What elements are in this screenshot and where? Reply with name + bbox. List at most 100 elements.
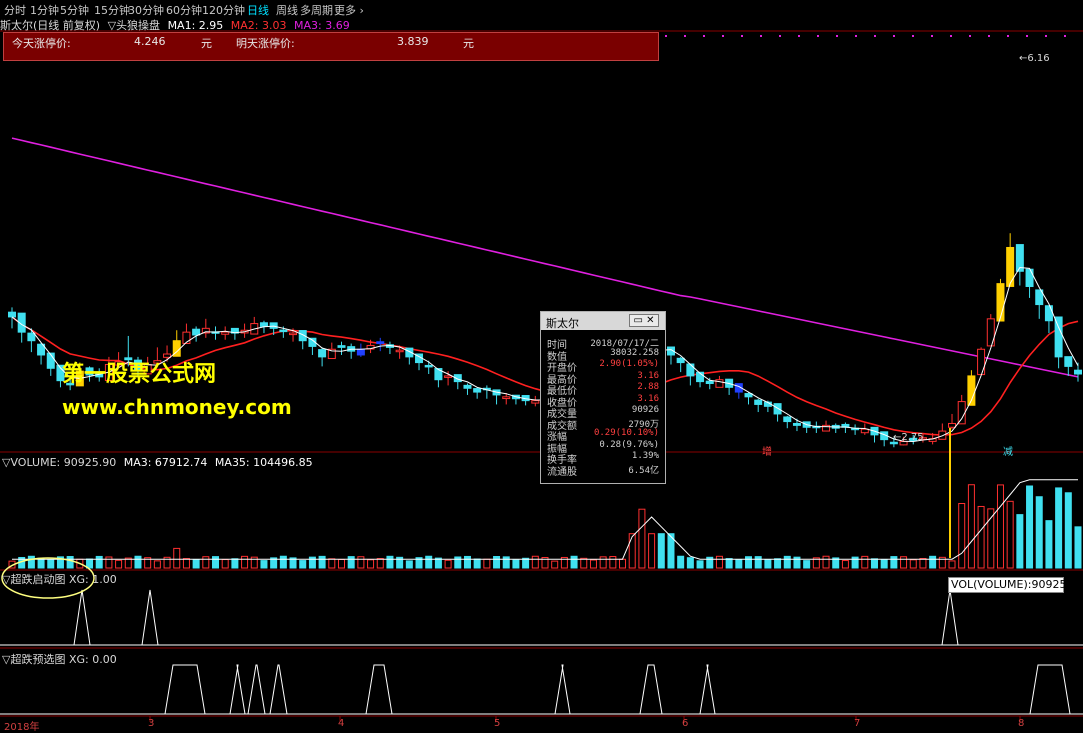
volume-bar	[241, 555, 249, 569]
volume-bar	[745, 556, 753, 569]
panel3-label[interactable]: ▽超跌预选图 XG: 0.00	[2, 651, 117, 667]
watermark-title: 第一股票公式网	[62, 362, 217, 387]
volume-value[interactable]: ▽VOLUME: 90925.90	[2, 456, 116, 469]
volume-bar	[502, 556, 510, 569]
zeng-marker: 增	[762, 447, 772, 458]
volume-bar	[774, 558, 782, 569]
candle-body	[192, 328, 201, 336]
candle-body	[1025, 268, 1034, 287]
volume-bar	[890, 556, 898, 569]
volume-bar	[27, 555, 35, 569]
top-dot	[703, 35, 705, 37]
volume-bar	[221, 559, 229, 569]
volume-bar	[105, 556, 113, 569]
candle-body	[754, 399, 763, 405]
volume-bar	[841, 560, 849, 569]
volume-bar	[764, 559, 772, 569]
volume-bar	[977, 505, 985, 569]
panel2-label[interactable]: ▽超跌启动图 XG: 1.00	[2, 571, 117, 587]
popup-title: 斯太尔	[546, 317, 579, 330]
preselect-plateau	[639, 664, 663, 715]
volume-bar	[134, 555, 142, 569]
popup-row-value: 2.90(1.05%)	[599, 359, 659, 369]
volume-bar	[47, 559, 55, 569]
volume-bar	[619, 558, 627, 569]
top-dot	[988, 35, 990, 37]
volume-bar	[260, 560, 268, 569]
signal-spike	[941, 589, 959, 646]
candle-body	[1054, 316, 1063, 358]
candle-body	[356, 348, 365, 356]
volume-bar	[66, 556, 74, 569]
low-price-label: ←2.75	[893, 432, 924, 443]
top-dot	[722, 35, 724, 37]
candle-body	[996, 283, 1005, 322]
preselect-plateau	[247, 664, 266, 715]
top-dot	[1064, 35, 1066, 37]
candle-body	[1064, 356, 1073, 367]
candle-body	[686, 363, 695, 377]
volume-tooltip: VOL(VOLUME):90925.90	[948, 577, 1083, 593]
preselect-plateau	[365, 664, 393, 715]
volume-bar	[1016, 514, 1024, 569]
volume-bar	[367, 559, 375, 569]
candle-body	[957, 401, 966, 425]
candle-body	[395, 349, 404, 353]
volume-bar	[609, 556, 617, 569]
data-popup-window[interactable]: 斯太尔 ▭ ✕ 时间 2018/07/17/二 数值 38032.258 开盘价 2.90…	[540, 311, 666, 484]
volume-bar	[696, 560, 704, 569]
volume-bar	[1055, 487, 1063, 569]
volume-bar	[95, 555, 103, 569]
popup-row: 时间 2018/07/17/二	[541, 336, 665, 351]
x-axis-label: 2018年	[4, 722, 40, 733]
popup-row: 成交额 2790万	[541, 417, 665, 432]
volume-bar	[754, 556, 762, 569]
volume-bar	[551, 560, 559, 569]
volume-bar	[86, 558, 94, 569]
candle-body	[424, 364, 433, 368]
x-axis-label: 7	[854, 718, 861, 729]
candle-body	[337, 345, 346, 348]
popup-row-value: 38032.258	[610, 347, 659, 358]
candle-body	[376, 341, 385, 345]
popup-titlebar[interactable]: 斯太尔 ▭ ✕	[541, 312, 665, 330]
volume-ma3: MA3: 67912.74	[123, 456, 208, 469]
popup-row-value: 0.29(10.10%)	[593, 428, 659, 438]
low-price-value: 2.75	[901, 432, 924, 443]
top-dot	[855, 35, 857, 37]
candle-body	[473, 388, 482, 393]
top-dot	[665, 35, 667, 37]
volume-bar	[996, 484, 1004, 569]
volume-bar	[531, 555, 539, 569]
popup-close-button[interactable]: ▭ ✕	[629, 314, 659, 327]
signal-spike	[73, 589, 91, 646]
candle-body	[1006, 246, 1015, 287]
candle-body	[444, 375, 453, 378]
popup-row-value: 6.54亿	[628, 465, 659, 476]
volume-bar	[473, 558, 481, 569]
volume-bar	[589, 559, 597, 569]
volume-bar	[715, 555, 723, 569]
top-dot	[760, 35, 762, 37]
watermark-url: www.chnmoney.com	[62, 395, 292, 419]
volume-ma-line	[12, 479, 1078, 560]
volume-bar	[522, 557, 530, 569]
candle-body	[463, 384, 472, 389]
volume-bar	[909, 559, 917, 569]
candle-body	[502, 396, 511, 400]
volume-bar	[212, 556, 220, 569]
volume-bar	[376, 558, 384, 569]
volume-bar	[279, 555, 287, 569]
candle-body	[318, 349, 327, 358]
candle-body	[948, 422, 957, 428]
volume-bar	[803, 560, 811, 569]
volume-bar	[512, 559, 520, 569]
top-dot	[798, 35, 800, 37]
popup-row-value: 3.16	[637, 370, 659, 381]
jian-marker: 减	[1003, 447, 1013, 458]
candle-body	[705, 380, 714, 385]
volume-bar	[880, 558, 888, 569]
popup-row-value: 0.28(9.76%)	[599, 439, 659, 450]
volume-bar	[463, 555, 471, 569]
popup-row: 最高价 3.16	[541, 370, 665, 386]
